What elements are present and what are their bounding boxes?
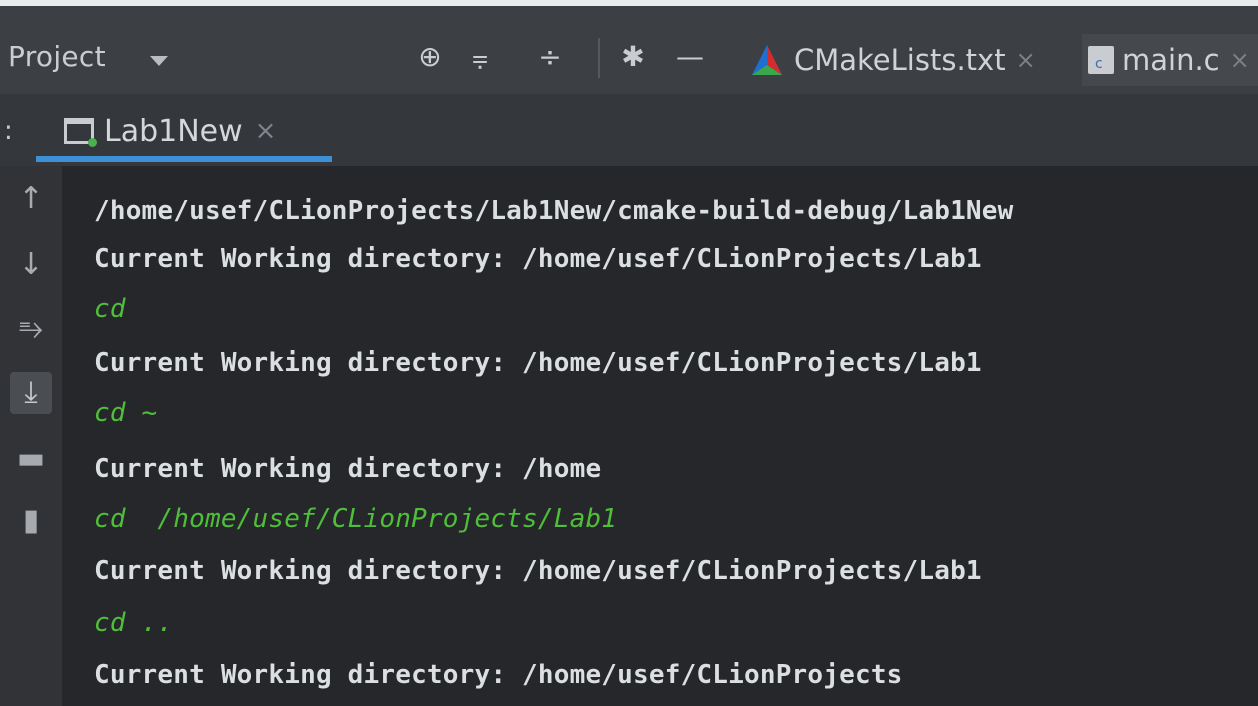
expand-all-icon[interactable]: ÷: [533, 40, 567, 74]
run-tool-window-header: : Lab1New ×: [0, 94, 1258, 166]
chevron-down-icon[interactable]: [150, 56, 168, 66]
console-icon: [64, 118, 97, 147]
tab-label: CMakeLists.txt: [794, 43, 1006, 77]
soft-wrap-icon[interactable]: ⥱: [10, 308, 52, 350]
close-icon[interactable]: ×: [1016, 46, 1036, 74]
arrow-down-icon[interactable]: ↓: [10, 244, 52, 286]
console-line: /home/usef/CLionProjects/Lab1New/cmake-b…: [94, 196, 1014, 226]
active-tab-indicator: [36, 156, 332, 162]
console-input-line: cd ~: [94, 398, 158, 428]
tab-label: main.c: [1122, 43, 1220, 77]
run-tab-label: Lab1New: [104, 113, 243, 149]
crosshair-icon[interactable]: ⊕: [413, 40, 447, 74]
console-line: Current Working directory: /home/usef/CL…: [94, 660, 903, 690]
project-view-label[interactable]: Project: [8, 40, 106, 73]
console-line: Current Working directory: /home: [94, 454, 602, 484]
top-toolbar: Project ⊕ ⩦ ÷ ✱ — CMakeLists.txt × main.…: [0, 6, 1258, 95]
console-output[interactable]: /home/usef/CLionProjects/Lab1New/cmake-b…: [62, 166, 1258, 706]
console-line: Current Working directory: /home/usef/CL…: [94, 348, 982, 378]
console-line: Current Working directory: /home/usef/CL…: [94, 556, 982, 586]
close-icon[interactable]: ×: [255, 116, 277, 146]
print-icon[interactable]: ▬: [10, 438, 52, 480]
gear-icon[interactable]: ✱: [616, 40, 650, 74]
console-toolbar: ↑ ↓ ⥱ ⤓ ▬ ▮: [0, 166, 62, 706]
scroll-to-end-icon[interactable]: ⤓: [10, 372, 52, 414]
console-input-line: cd /home/usef/CLionProjects/Lab1: [94, 504, 618, 534]
console-line: Current Working directory: /home/usef/CL…: [94, 244, 982, 274]
tab-cmakelists[interactable]: CMakeLists.txt ×: [750, 34, 1036, 86]
c-file-icon: [1088, 46, 1114, 74]
ide-window: Project ⊕ ⩦ ÷ ✱ — CMakeLists.txt × main.…: [0, 6, 1258, 706]
arrow-up-icon[interactable]: ↑: [10, 178, 52, 220]
console-input-line: cd ..: [94, 608, 174, 638]
minimize-icon[interactable]: —: [673, 40, 707, 74]
console-input-line: cd: [94, 294, 126, 324]
collapse-all-icon[interactable]: ⩦: [463, 40, 497, 74]
run-tab-lab1new[interactable]: Lab1New ×: [64, 106, 276, 156]
close-icon[interactable]: ×: [1230, 46, 1250, 74]
trash-icon[interactable]: ▮: [10, 500, 52, 542]
cmake-icon: [752, 45, 782, 75]
tab-main-c[interactable]: main.c ×: [1082, 34, 1258, 86]
run-panel-label-fragment: :: [4, 116, 13, 146]
toolbar-divider: [598, 38, 600, 78]
